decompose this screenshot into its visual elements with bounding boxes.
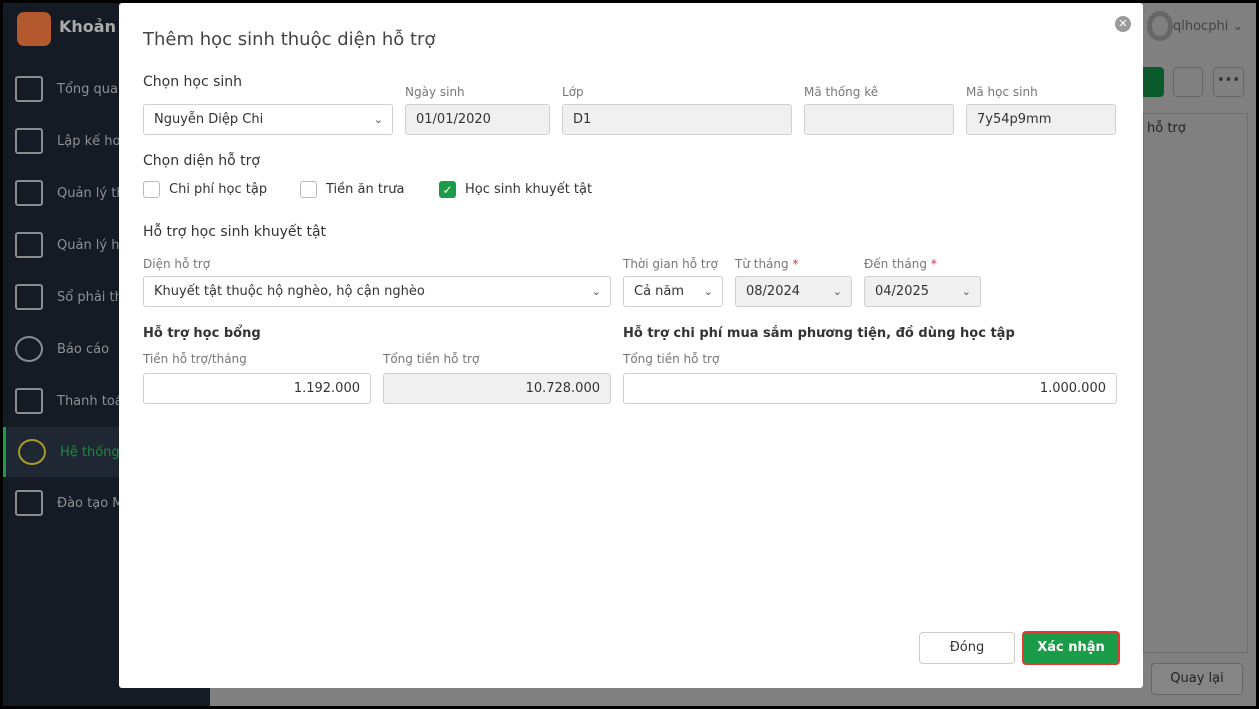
username: qlhocphi — [1173, 19, 1229, 34]
period-label: Thời gian hỗ trợ — [623, 257, 718, 271]
from-month-label: Từ tháng * — [735, 257, 798, 271]
user-menu[interactable]: qlhocphi ⌄ — [1173, 19, 1243, 34]
add-button[interactable] — [1140, 67, 1164, 97]
back-button[interactable]: Quay lại — [1151, 663, 1243, 695]
dialog-title: Thêm học sinh thuộc diện hỗ trợ — [143, 29, 436, 50]
scholarship-total-field: 10.728.000 — [383, 373, 611, 404]
avatar[interactable] — [1147, 11, 1173, 41]
checkmark-icon[interactable]: ✓ — [439, 181, 456, 198]
money-hand-icon — [15, 180, 43, 206]
to-value: 04/2025 — [875, 284, 930, 299]
scholarship-title: Hỗ trợ học bổng — [143, 326, 261, 341]
nav-label: Báo cáo — [57, 341, 110, 357]
dob-label: Ngày sinh — [405, 85, 465, 99]
to-month-label: Đến tháng * — [864, 257, 937, 271]
app-logo — [17, 12, 51, 46]
bar-chart-icon — [15, 76, 43, 102]
gear-icon — [18, 439, 46, 465]
class-label: Lớp — [562, 85, 584, 99]
student-select[interactable]: Nguyễn Diệp Chi ⌄ — [143, 104, 393, 135]
close-button[interactable]: Đóng — [919, 632, 1015, 664]
checkbox-lunch[interactable]: Tiền ăn trưa — [300, 181, 405, 198]
monthly-amount-input[interactable]: 1.192.000 — [143, 373, 371, 404]
print-button[interactable] — [1173, 67, 1203, 97]
column-header: hỗ trợ — [1147, 121, 1186, 136]
disabled-section-title: Hỗ trợ học sinh khuyết tật — [143, 224, 327, 240]
checkbox-label: Học sinh khuyết tật — [465, 182, 593, 197]
background-table — [1143, 113, 1248, 653]
chevron-down-icon: ⌄ — [832, 285, 842, 298]
chevron-down-icon: ⌄ — [591, 285, 601, 298]
checkbox-disabled-student[interactable]: ✓ Học sinh khuyết tật — [439, 181, 592, 198]
checkbox-learning-cost[interactable]: Chi phí học tập — [143, 181, 267, 198]
chevron-down-icon: ⌄ — [961, 285, 971, 298]
stat-code-label: Mã thống kê — [804, 85, 879, 99]
book-icon — [15, 490, 43, 516]
class-field: D1 — [562, 104, 792, 135]
equipment-total-label: Tổng tiền hỗ trợ — [623, 352, 720, 366]
more-button[interactable]: ••• — [1213, 67, 1244, 97]
app-window: Khoản t Tổng quan Lập kế hoạ Quản lý thu… — [3, 3, 1256, 706]
student-label: Chọn học sinh — [143, 74, 243, 90]
nav-label: Hệ thống — [60, 444, 120, 460]
from-label-text: Từ tháng — [735, 257, 789, 271]
equipment-title: Hỗ trợ chi phí mua sắm phương tiện, đồ d… — [623, 326, 1015, 341]
to-month-picker[interactable]: 04/2025 ⌄ — [864, 276, 981, 307]
nav-label: Đào tạo M — [57, 495, 124, 511]
calendar-dollar-icon — [15, 128, 43, 154]
close-icon[interactable]: ✕ — [1115, 16, 1131, 32]
required-mark: * — [792, 257, 799, 271]
nav-label: Tổng quan — [57, 81, 127, 97]
support-types-label: Chọn diện hỗ trợ — [143, 153, 260, 169]
student-value: Nguyễn Diệp Chi — [154, 112, 264, 127]
category-label: Diện hỗ trợ — [143, 257, 211, 271]
document-icon — [15, 232, 43, 258]
chevron-down-icon: ⌄ — [373, 113, 383, 126]
stat-code-field — [804, 104, 954, 135]
student-code-field: 7y54p9mm — [966, 104, 1116, 135]
checkbox-label: Chi phí học tập — [169, 182, 268, 197]
card-check-icon — [15, 388, 43, 414]
from-month-picker[interactable]: 08/2024 ⌄ — [735, 276, 852, 307]
dob-field: 01/01/2020 — [405, 104, 550, 135]
chevron-down-icon: ⌄ — [703, 285, 713, 298]
add-student-dialog: Thêm học sinh thuộc diện hỗ trợ ✕ Chọn h… — [119, 3, 1143, 688]
category-select[interactable]: Khuyết tật thuộc hộ nghèo, hộ cận nghèo ⌄ — [143, 276, 611, 307]
from-value: 08/2024 — [746, 284, 801, 299]
period-value: Cả năm — [634, 284, 685, 299]
checkbox-label: Tiền ăn trưa — [326, 182, 405, 197]
ledger-icon — [15, 284, 43, 310]
student-code-label: Mã học sinh — [966, 85, 1038, 99]
scholarship-total-label: Tổng tiền hỗ trợ — [383, 352, 480, 366]
nav-label: Lập kế hoạ — [57, 133, 129, 149]
confirm-button[interactable]: Xác nhận — [1022, 631, 1120, 665]
to-label-text: Đến tháng — [864, 257, 927, 271]
checkbox[interactable] — [300, 181, 317, 198]
period-select[interactable]: Cả năm ⌄ — [623, 276, 723, 307]
nav-label: Quản lý hó — [57, 237, 128, 253]
required-mark: * — [930, 257, 937, 271]
equipment-total-input[interactable]: 1.000.000 — [623, 373, 1117, 404]
monthly-label: Tiền hỗ trợ/tháng — [143, 352, 247, 366]
category-value: Khuyết tật thuộc hộ nghèo, hộ cận nghèo — [154, 284, 425, 299]
checkbox[interactable] — [143, 181, 160, 198]
pie-chart-icon — [15, 336, 43, 362]
